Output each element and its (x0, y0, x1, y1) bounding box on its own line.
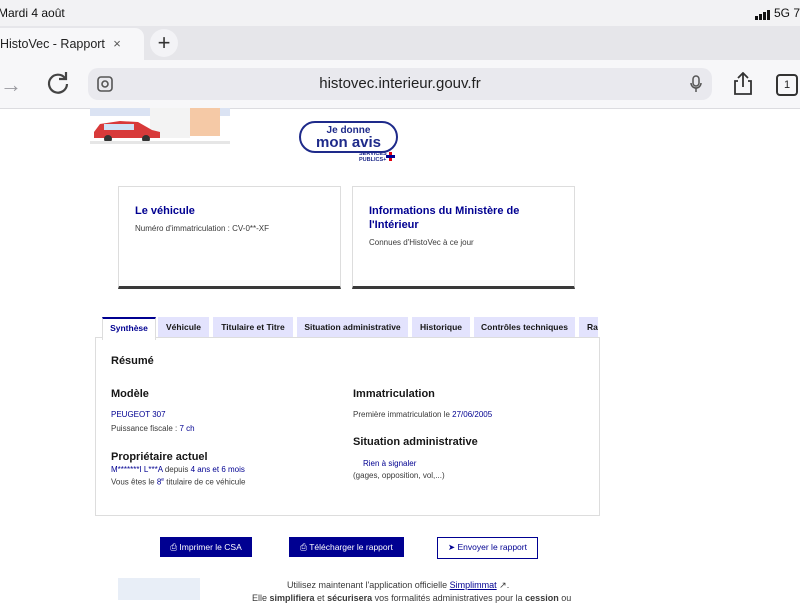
first-registration-date: 27/06/2005 (452, 410, 493, 419)
tab-titulaire[interactable]: Titulaire et Titre (213, 317, 293, 337)
send-icon: ➤ (448, 542, 458, 552)
download-icon: ⎙ (300, 542, 310, 552)
first-registration: Première immatriculation le 27/06/2005 (353, 410, 492, 419)
browser-tab[interactable]: HistoVec - Rapport vendeur × (0, 28, 144, 60)
owner-heading: Propriétaire actuel (111, 451, 208, 463)
promo-line2-c: et (314, 593, 328, 603)
model-heading: Modèle (111, 388, 149, 400)
summary-panel: Résumé Modèle PEUGEOT 307 Puissance fisc… (95, 337, 600, 516)
services-publics-logo: SERVICES PUBLICS+ (359, 151, 387, 163)
vehicle-card-text: Numéro d'immatriculation : CV-0**-XF (135, 224, 270, 233)
owner-since-label: depuis (162, 465, 191, 474)
promo-line2-a: Elle (252, 593, 270, 603)
simplimmat-promo-line2: Elle simplifiera et sécurisera vos forma… (252, 593, 571, 603)
browser-toolbar: → histovec.interieur.gouv.fr 1 (0, 60, 800, 109)
promo-line2-f: cession (525, 593, 559, 603)
promo-line2-g: ou (558, 593, 572, 603)
external-link-icon[interactable]: ↗ (497, 580, 507, 590)
tab-count-button[interactable]: 1 (776, 74, 798, 96)
vehicle-card-title: Le véhicule (135, 205, 195, 217)
first-registration-label: Première immatriculation le (353, 410, 453, 419)
status-bar: Mardi 4 août 5G 7 (0, 0, 800, 26)
model-name: PEUGEOT 307 (111, 410, 166, 419)
print-csa-label: Imprimer le CSA (179, 542, 242, 552)
owner-line: M*******I L***A depuis 4 ans et 6 mois (111, 465, 245, 474)
status-time: Mardi 4 août (0, 6, 65, 20)
feedback-button[interactable]: Je donne mon avis (299, 121, 398, 153)
battery-level: 7 (793, 6, 800, 20)
download-report-button[interactable]: ⎙ Télécharger le rapport (289, 537, 404, 557)
share-icon[interactable] (732, 72, 754, 96)
signal-icon (754, 6, 771, 20)
admin-heading: Situation administrative (353, 436, 478, 448)
owner-rank-prefix: Vous êtes le (111, 477, 157, 487)
services-publics-line2: PUBLICS+ (359, 157, 387, 163)
tab-controles-techniques[interactable]: Contrôles techniques (474, 317, 575, 337)
promo-line1-prefix: Utilisez maintenant l'application offici… (287, 580, 450, 590)
ministry-card-text: Connues d'HistoVec à ce jour (369, 238, 474, 247)
owner-rank: Vous êtes le 8e titulaire de ce véhicule (111, 477, 245, 487)
tab-rapport[interactable]: Rapport (579, 317, 598, 337)
network-type: 5G (773, 6, 790, 20)
fiscal-power-label: Puissance fiscale : (111, 424, 180, 433)
download-report-label: Télécharger le rapport (309, 542, 393, 552)
promo-line2-d: sécurisera (327, 593, 373, 603)
url-text[interactable]: histovec.interieur.gouv.fr (88, 75, 712, 92)
tab-vehicule[interactable]: Véhicule (158, 317, 209, 337)
new-tab-button[interactable]: + (150, 29, 178, 57)
microphone-icon[interactable] (688, 75, 704, 93)
feedback-button-line2: mon avis (315, 134, 382, 151)
send-report-label: Envoyer le rapport (457, 542, 527, 552)
tab-historique[interactable]: Historique (412, 317, 470, 337)
simplimmat-promo-line1: Utilisez maintenant l'application offici… (287, 580, 509, 591)
forward-arrow-icon[interactable]: → (0, 72, 22, 98)
address-bar[interactable]: histovec.interieur.gouv.fr (88, 68, 712, 100)
browser-tab-strip: HistoVec - Rapport vendeur × + (0, 26, 800, 60)
admin-detail: (gages, opposition, vol,...) (353, 471, 445, 480)
ministry-card: Informations du Ministère de l'Intérieur… (352, 186, 575, 289)
tab-title: HistoVec - Rapport vendeur (0, 37, 105, 51)
reload-icon[interactable] (44, 69, 72, 97)
services-publics-mark-icon (386, 152, 395, 161)
owner-duration: 4 ans et 6 mois (190, 465, 245, 474)
owner-rank-suffix: titulaire de ce véhicule (164, 477, 246, 487)
owner-name: M*******I L***A (111, 465, 163, 474)
print-csa-button[interactable]: ⎙ Imprimer le CSA (160, 537, 252, 557)
fiscal-power-value: 7 ch (179, 424, 195, 433)
registration-heading: Immatriculation (353, 388, 435, 400)
tab-situation-administrative[interactable]: Situation administrative (297, 317, 408, 337)
status-indicators: 5G 7 (754, 6, 800, 20)
promo-line2-b: simplifiera (269, 593, 315, 603)
admin-status: Rien à signaler (363, 459, 417, 468)
promo-line2-e: vos formalités administratives pour la (372, 593, 526, 603)
simplimmat-link[interactable]: Simplimmat (450, 580, 497, 590)
simplimmat-logo (118, 578, 200, 600)
car-illustration (90, 108, 230, 144)
summary-title: Résumé (111, 355, 154, 367)
vehicle-card: Le véhicule Numéro d'immatriculation : C… (118, 186, 341, 289)
tab-close-icon[interactable]: × (108, 35, 126, 53)
send-report-button[interactable]: ➤ Envoyer le rapport (437, 537, 538, 559)
tab-synthese[interactable]: Synthèse (102, 317, 156, 340)
ministry-card-title: Informations du Ministère de l'Intérieur (369, 205, 520, 231)
promo-line1-suffix: . (506, 580, 510, 590)
fiscal-power: Puissance fiscale : 7 ch (111, 424, 195, 433)
